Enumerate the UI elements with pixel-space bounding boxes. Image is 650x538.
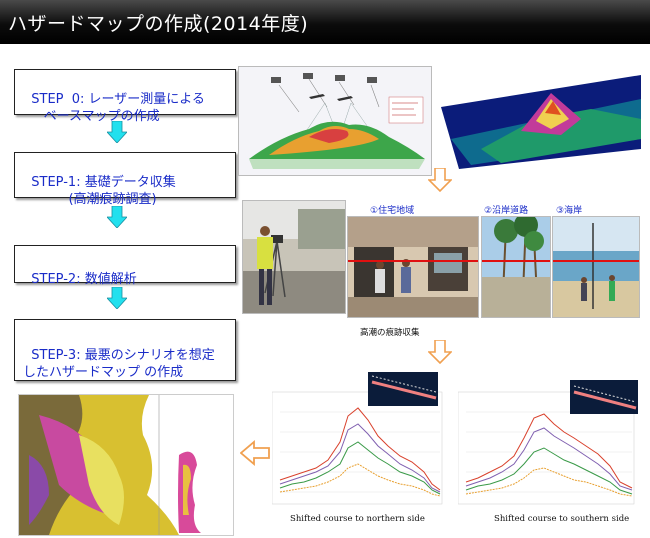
title-bar: ハザードマップの作成(2014年度)	[0, 0, 650, 44]
chart-caption-north: Shifted course to northern side	[290, 514, 425, 524]
surveyor-photo	[242, 200, 346, 314]
survey-label-coast: ③海岸	[556, 206, 583, 216]
terrain-3d-image	[440, 68, 642, 172]
left-arrow-orange-icon	[240, 440, 270, 466]
simulation-chart-north	[272, 372, 443, 505]
step-1-box: STEP-1: 基礎データ収集 (高潮痕跡調査)	[14, 152, 236, 207]
step-1-text: STEP-1: 基礎データ収集 (高潮痕跡調査)	[31, 175, 176, 207]
coast-photo	[552, 216, 640, 318]
down-arrow-orange-icon	[428, 168, 452, 192]
simulation-chart-south	[458, 380, 638, 505]
step-2-box: STEP-2: 数値解析	[14, 245, 236, 287]
chart-caption-south: Shifted course to southern side	[494, 514, 630, 524]
step-0-text: STEP 0: レーザー測量による ベースマップの作成	[31, 92, 205, 124]
step-2-text: STEP-2: 数値解析	[31, 272, 137, 287]
page-title: ハザードマップの作成(2014年度)	[8, 13, 309, 35]
survey-label-residential: ①住宅地域	[370, 206, 415, 216]
step-0-box: STEP 0: レーザー測量による ベースマップの作成	[14, 69, 236, 124]
lidar-survey-illustration	[238, 66, 432, 176]
step-3-text: STEP-3: 最悪のシナリオを想定 したハザードマップ の作成	[23, 348, 215, 380]
survey-caption: 高潮の痕跡収集	[360, 328, 420, 338]
down-arrow-icon	[107, 287, 127, 309]
hazard-map-image	[18, 394, 234, 536]
residential-photo	[347, 216, 479, 318]
down-arrow-orange-icon	[428, 340, 452, 364]
down-arrow-icon	[107, 121, 127, 143]
coastal-road-photo	[481, 216, 551, 318]
survey-label-coastal-road: ②沿岸道路	[484, 206, 529, 216]
step-3-box: STEP-3: 最悪のシナリオを想定 したハザードマップ の作成	[14, 319, 236, 381]
down-arrow-icon	[107, 206, 127, 228]
